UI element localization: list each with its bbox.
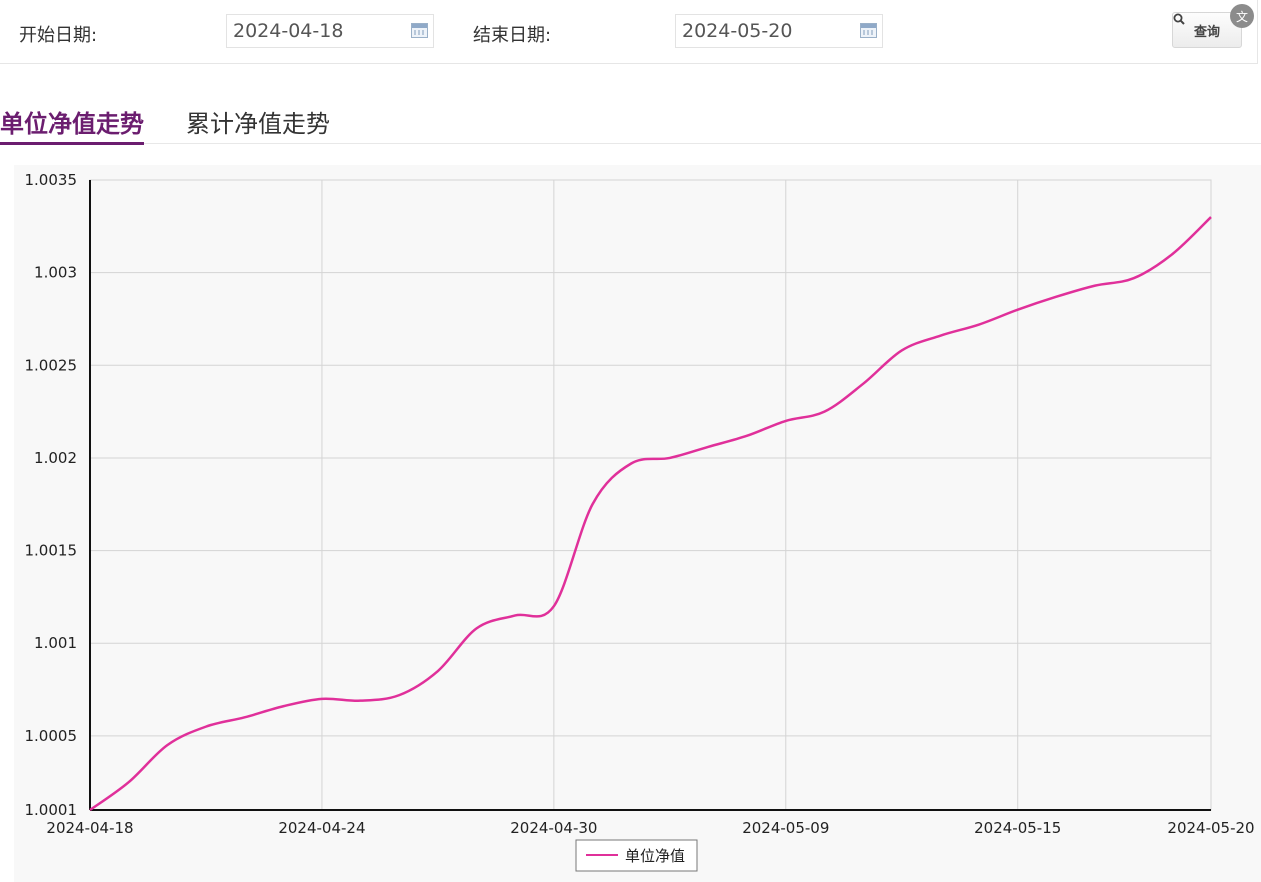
tab-bar: 单位净值走势 累计净值走势 xyxy=(0,100,1261,145)
y-tick-label: 1.001 xyxy=(34,634,77,652)
x-tick-label: 2024-05-09 xyxy=(742,819,829,837)
x-tick-label: 2024-04-24 xyxy=(278,819,365,837)
y-tick-label: 1.003 xyxy=(34,264,77,282)
start-date-label: 开始日期: xyxy=(19,25,98,46)
start-date-input[interactable]: 2024-04-18 xyxy=(226,14,434,48)
search-icon xyxy=(1173,13,1185,25)
x-tick-label: 2024-04-30 xyxy=(510,819,597,837)
x-tick-label: 2024-04-18 xyxy=(46,819,133,837)
tab-cumulative-nav[interactable]: 累计净值走势 xyxy=(186,104,330,142)
legend-label: 单位净值 xyxy=(625,847,685,865)
y-tick-label: 1.0005 xyxy=(25,727,78,745)
x-tick-label: 2024-05-15 xyxy=(974,819,1061,837)
filter-bar: 开始日期: 2024-04-18 结束日期: 2024-05-20 查询 文 xyxy=(0,0,1258,64)
calendar-icon[interactable] xyxy=(860,23,877,38)
y-tick-label: 1.0035 xyxy=(25,171,78,189)
x-tick-label: 2024-05-20 xyxy=(1167,819,1254,837)
tab-unit-nav[interactable]: 单位净值走势 xyxy=(0,104,144,145)
end-date-input[interactable]: 2024-05-20 xyxy=(675,14,883,48)
end-date-value: 2024-05-20 xyxy=(682,20,793,42)
y-tick-label: 1.002 xyxy=(34,449,77,467)
end-date-label: 结束日期: xyxy=(473,25,552,46)
y-tick-label: 1.0015 xyxy=(25,542,78,560)
plot-area xyxy=(89,179,1212,811)
chart-svg: 1.0001 1.0005 1.001 1.0015 1.002 1.0025 1.003 1… xyxy=(25,171,1255,872)
y-tick-label: 1.0025 xyxy=(25,356,78,374)
query-label: 查询 xyxy=(1193,24,1220,40)
y-tick-label: 1.0001 xyxy=(25,801,78,819)
start-date-value: 2024-04-18 xyxy=(233,20,344,42)
nav-chart: 1.0001 1.0005 1.001 1.0015 1.002 1.0025 1.003 1… xyxy=(14,165,1261,882)
translate-icon[interactable]: 文 xyxy=(1230,4,1254,28)
calendar-icon[interactable] xyxy=(411,23,428,38)
